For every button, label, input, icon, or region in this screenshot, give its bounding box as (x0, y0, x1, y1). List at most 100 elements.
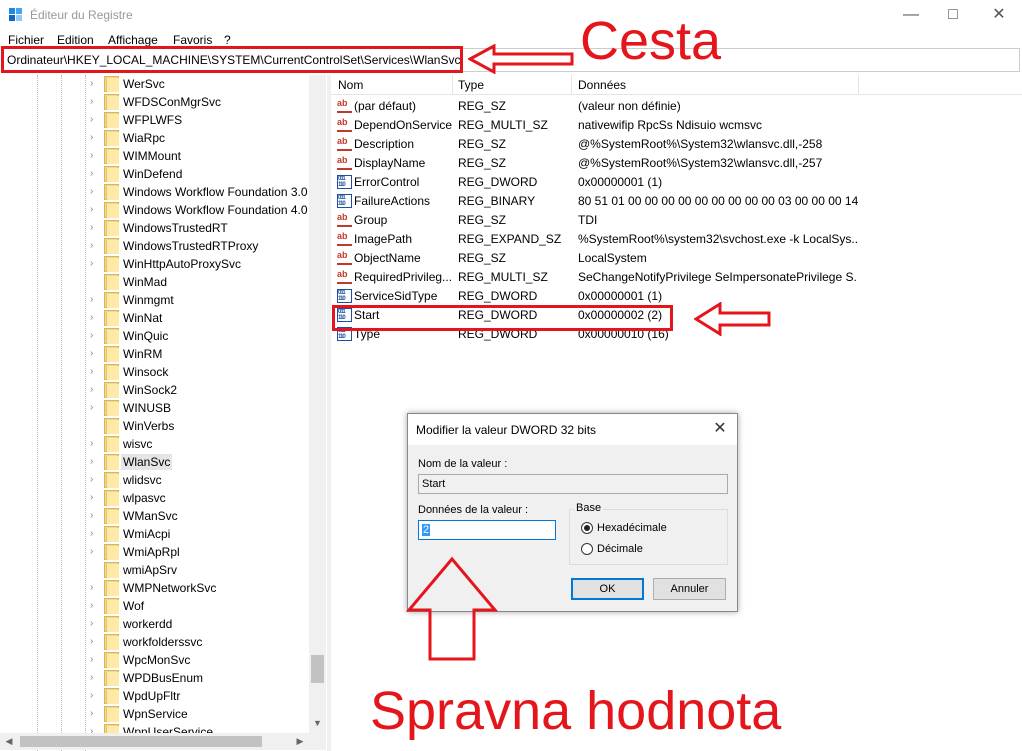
chevron-right-icon[interactable]: › (90, 528, 98, 540)
tree-item-label[interactable]: Winsock (121, 364, 170, 380)
tree-item-label[interactable]: Windows Workflow Foundation 4.0 (121, 202, 310, 218)
value-row[interactable]: ab Group REG_SZ TDI (331, 211, 1022, 230)
value-row[interactable]: ab DependOnService REG_MULTI_SZ nativewifip… (331, 116, 1022, 135)
tree-item[interactable]: › workfolderssvc (0, 633, 310, 651)
chevron-right-icon[interactable]: › (90, 510, 98, 522)
cancel-button[interactable]: Annuler (653, 578, 726, 600)
tree-item[interactable]: › WINUSB (0, 399, 310, 417)
tree-item[interactable]: › WindowsTrustedRTProxy (0, 237, 310, 255)
tree-item[interactable]: › WMPNetworkSvc (0, 579, 310, 597)
tree-item-label[interactable]: wisvc (121, 436, 154, 452)
tree-item-label[interactable]: WMPNetworkSvc (121, 580, 218, 596)
tree-item[interactable]: › WIMMount (0, 147, 310, 165)
chevron-right-icon[interactable]: › (90, 384, 98, 396)
column-separator[interactable] (571, 75, 572, 95)
value-row[interactable]: ab Description REG_SZ @%SystemRoot%\System3… (331, 135, 1022, 154)
column-separator[interactable] (452, 75, 453, 95)
chevron-right-icon[interactable]: › (90, 546, 98, 558)
tree-item[interactable]: › wisvc (0, 435, 310, 453)
chevron-right-icon[interactable]: › (90, 600, 98, 612)
value-row[interactable]: ab RequiredPrivileg... REG_MULTI_SZ SeChang… (331, 268, 1022, 287)
chevron-right-icon[interactable]: › (90, 348, 98, 360)
tree-item-label[interactable]: WmiApRpl (121, 544, 182, 560)
tree-item[interactable]: WinVerbs (0, 417, 310, 435)
chevron-right-icon[interactable]: › (90, 294, 98, 306)
chevron-right-icon[interactable]: › (90, 366, 98, 378)
value-row[interactable]: ab (par défaut) REG_SZ (valeur non définie) (331, 97, 1022, 116)
tree-item[interactable]: › WinQuic (0, 327, 310, 345)
close-icon[interactable]: ✕ (984, 4, 1014, 26)
tree-item[interactable]: › WerSvc (0, 75, 310, 93)
column-separator[interactable] (858, 75, 859, 95)
value-data-text[interactable]: 2 (422, 524, 431, 536)
chevron-right-icon[interactable]: › (90, 636, 98, 648)
tree-item[interactable]: › WinDefend (0, 165, 310, 183)
ok-button[interactable]: OK (571, 578, 644, 600)
chevron-right-icon[interactable]: › (90, 240, 98, 252)
tree-item-label[interactable]: wmiApSrv (121, 562, 179, 578)
menu-edit[interactable]: Edition (57, 33, 94, 47)
chevron-right-icon[interactable]: › (90, 708, 98, 720)
tree-item-label[interactable]: WpcMonSvc (121, 652, 192, 668)
tree-item-label[interactable]: Winmgmt (121, 292, 176, 308)
tree-horizontal-scroll-thumb[interactable] (20, 736, 262, 747)
tree-item-label[interactable]: WinNat (121, 310, 164, 326)
tree-item[interactable]: › WFPLWFS (0, 111, 310, 129)
tree-vertical-scrollbar[interactable] (309, 75, 326, 733)
tree-item[interactable]: › WmiApRpl (0, 543, 310, 561)
tree-item-label[interactable]: WpnService (121, 706, 190, 722)
value-row[interactable]: ab ImagePath REG_EXPAND_SZ %SystemRoot%\sys… (331, 230, 1022, 249)
tree-item[interactable]: › WFDSConMgrSvc (0, 93, 310, 111)
radio-hexadecimal[interactable] (581, 522, 593, 534)
value-row[interactable]: 011 110 FailureActions REG_BINARY 80 51 01 0… (331, 192, 1022, 211)
key-tree[interactable]: › WerSvc › WFDSConMgrSvc › WFPLWFS › WiaRpc › WIM… (0, 75, 326, 751)
chevron-right-icon[interactable]: › (90, 222, 98, 234)
tree-item-label[interactable]: WmiAcpi (121, 526, 172, 542)
radio-decimal[interactable] (581, 543, 593, 555)
chevron-right-icon[interactable]: › (90, 690, 98, 702)
tree-item-label[interactable]: WinDefend (121, 166, 184, 182)
tree-item-label[interactable]: Wof (121, 598, 146, 614)
chevron-right-icon[interactable]: › (90, 474, 98, 486)
value-data-input[interactable]: 2 (418, 520, 556, 540)
chevron-right-icon[interactable]: › (90, 186, 98, 198)
tree-item[interactable]: › Winsock (0, 363, 310, 381)
tree-item[interactable]: › WindowsTrustedRT (0, 219, 310, 237)
maximize-icon[interactable]: □ (938, 4, 968, 26)
chevron-right-icon[interactable]: › (90, 312, 98, 324)
tree-item[interactable]: › Windows Workflow Foundation 4.0 (0, 201, 310, 219)
tree-item-label[interactable]: WindowsTrustedRT (121, 220, 230, 236)
tree-item[interactable]: › WmiAcpi (0, 525, 310, 543)
tree-item-label[interactable]: WManSvc (121, 508, 180, 524)
tree-item[interactable]: › wlidsvc (0, 471, 310, 489)
chevron-right-icon[interactable]: › (90, 618, 98, 630)
tree-item-label[interactable]: WIMMount (121, 148, 183, 164)
minimize-icon[interactable]: — (896, 4, 926, 26)
tree-item[interactable]: › WpcMonSvc (0, 651, 310, 669)
tree-item[interactable]: › WiaRpc (0, 129, 310, 147)
chevron-right-icon[interactable]: › (90, 114, 98, 126)
tree-item-label[interactable]: WinMad (121, 274, 169, 290)
tree-item-label[interactable]: wlpasvc (121, 490, 168, 506)
tree-item[interactable]: › wlpasvc (0, 489, 310, 507)
chevron-right-icon[interactable]: › (90, 456, 98, 468)
scroll-right-arrow-icon[interactable]: ▶ (293, 733, 307, 750)
value-row[interactable]: 011 110 ErrorControl REG_DWORD 0x00000001 (1… (331, 173, 1022, 192)
column-type[interactable]: Type (458, 78, 484, 92)
tree-item[interactable]: › WlanSvc (0, 453, 310, 471)
menu-view[interactable]: Affichage (108, 33, 158, 47)
tree-item-label[interactable]: workerdd (121, 616, 174, 632)
tree-item-label[interactable]: WerSvc (121, 76, 167, 92)
chevron-right-icon[interactable]: › (90, 492, 98, 504)
chevron-right-icon[interactable]: › (90, 96, 98, 108)
tree-item[interactable]: › WpnService (0, 705, 310, 723)
radio-decimal-label[interactable]: Décimale (597, 543, 643, 555)
value-row[interactable]: ab ObjectName REG_SZ LocalSystem (331, 249, 1022, 268)
tree-item-label[interactable]: WindowsTrustedRTProxy (121, 238, 260, 254)
chevron-right-icon[interactable]: › (90, 438, 98, 450)
tree-item[interactable]: › WpdUpFltr (0, 687, 310, 705)
chevron-right-icon[interactable]: › (90, 654, 98, 666)
menu-favorites[interactable]: Favoris (173, 33, 212, 47)
tree-item[interactable]: WinMad (0, 273, 310, 291)
tree-item-label[interactable]: WPDBusEnum (121, 670, 205, 686)
